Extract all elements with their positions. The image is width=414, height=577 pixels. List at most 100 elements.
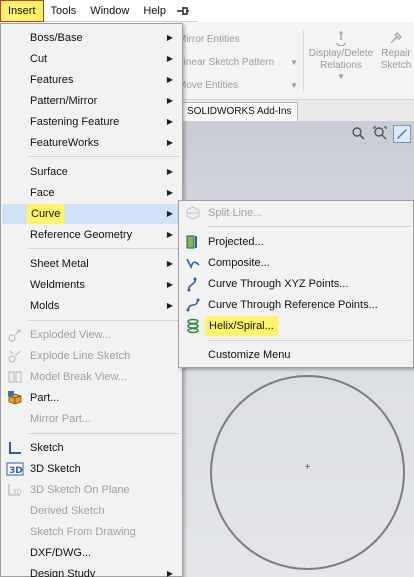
menu-help[interactable]: Help (136, 0, 173, 22)
display-delete-relations-button[interactable]: Display/Delete Relations ▼ (306, 30, 376, 81)
menu-item-model-break-view[interactable]: Model Break View... (2, 367, 181, 387)
menu-item-curve-through-reference-points[interactable]: Curve Through Reference Points... (180, 295, 412, 315)
menu-separator (29, 433, 179, 434)
sketch-tool-icon[interactable] (393, 125, 411, 143)
menu-separator (207, 226, 411, 227)
repair-sketch-button[interactable]: Repair Sketch (378, 30, 414, 72)
menu-item-customize-menu[interactable]: Customize Menu (180, 345, 412, 365)
chevron-right-icon: ▶ (166, 75, 173, 84)
menu-item-label: Reference Geometry (30, 229, 133, 241)
search-icon[interactable] (350, 126, 366, 142)
zoom-area-icon[interactable] (372, 126, 388, 142)
chevron-down-icon[interactable]: ▼ (290, 81, 298, 90)
split-line-icon (184, 205, 202, 221)
model-break-icon (6, 369, 24, 385)
chevron-right-icon: ▶ (166, 259, 173, 268)
3d-sketch-plane-icon: 3D (6, 482, 24, 498)
menu-item-label: Explode Line Sketch (30, 350, 131, 362)
insert-menu: Boss/Base ▶ Cut ▶ Features ▶ Pattern/Mir… (0, 23, 183, 577)
menu-item-composite[interactable]: Composite... (180, 253, 412, 273)
menu-item-label: Curve Through XYZ Points... (208, 278, 349, 290)
chevron-down-icon[interactable]: ▼ (306, 72, 376, 81)
menu-item-featureworks[interactable]: FeatureWorks ▶ (2, 133, 181, 153)
3d-sketch-icon: 3D (6, 461, 24, 477)
menu-item-surface[interactable]: Surface ▶ (2, 162, 181, 182)
menu-item-split-line[interactable]: Split Line... (180, 203, 412, 223)
menu-item-curve-through-xyz-points[interactable]: Curve Through XYZ Points... (180, 274, 412, 294)
menu-item-label: Surface (30, 166, 68, 178)
menu-item-label: Part... (30, 392, 60, 404)
menu-item-projected[interactable]: Projected... (180, 232, 412, 252)
menu-item-label: Sketch (30, 442, 64, 454)
relations-icon (306, 30, 376, 48)
menu-item-dxf-dwg[interactable]: DXF/DWG... (2, 543, 181, 563)
menu-item-label: DXF/DWG... (30, 547, 92, 559)
menu-insert[interactable]: Insert (0, 0, 44, 22)
menu-item-label: Model Break View... (30, 371, 128, 383)
menu-item-reference-geometry[interactable]: Reference Geometry ▶ (2, 225, 181, 245)
menu-separator (29, 156, 179, 157)
menu-item-design-study[interactable]: Design Study ▶ (2, 564, 181, 577)
menu-item-label: Fastening Feature (30, 116, 120, 128)
menu-item-exploded-view[interactable]: Exploded View... (2, 325, 181, 345)
menu-item-face[interactable]: Face ▶ (2, 183, 181, 203)
menu-item-mirror-part[interactable]: Mirror Part... (2, 409, 181, 429)
chevron-right-icon: ▶ (166, 138, 173, 147)
menu-item-cut[interactable]: Cut ▶ (2, 49, 181, 69)
menu-item-curve[interactable]: Curve ▶ (2, 204, 181, 224)
menu-item-molds[interactable]: Molds ▶ (2, 296, 181, 316)
menu-item-label: Face (30, 187, 55, 199)
menu-item-label: Boss/Base (30, 32, 83, 44)
move-entities-button[interactable]: Move Entities (178, 80, 238, 91)
menu-item-label: Exploded View... (30, 329, 112, 341)
menu-item-3d-sketch-on-plane[interactable]: 3D 3D Sketch On Plane (2, 480, 181, 500)
projected-curve-icon (184, 234, 202, 250)
menu-window[interactable]: Window (83, 0, 136, 22)
menu-item-sketch[interactable]: Sketch (2, 438, 181, 458)
part-icon (6, 390, 24, 406)
menu-item-label: Curve (27, 204, 65, 224)
menu-item-sketch-from-drawing[interactable]: Sketch From Drawing (2, 522, 181, 542)
linear-sketch-pattern-button[interactable]: Linear Sketch Pattern (178, 57, 274, 68)
menu-item-label: Mirror Part... (30, 413, 92, 425)
chevron-right-icon: ▶ (166, 188, 173, 197)
tab-solidworks-addins[interactable]: SOLIDWORKS Add-Ins (180, 102, 299, 121)
command-tab-bar: SOLIDWORKS Add-Ins (170, 100, 414, 122)
menu-item-label: Molds (30, 300, 60, 312)
display-delete-label-1: Display/Delete (308, 48, 374, 59)
menu-item-part[interactable]: Part... (2, 388, 181, 408)
menu-item-explode-line-sketch[interactable]: Explode Line Sketch (2, 346, 181, 366)
menu-item-label: Split Line... (208, 207, 263, 219)
menu-item-pattern-mirror[interactable]: Pattern/Mirror ▶ (2, 91, 181, 111)
reference-points-curve-icon (184, 297, 202, 313)
menu-item-label: Cut (30, 53, 48, 65)
chevron-right-icon: ▶ (166, 167, 173, 176)
menu-item-label: Sketch From Drawing (30, 526, 136, 538)
pin-icon[interactable] (173, 0, 193, 22)
menu-item-sheet-metal[interactable]: Sheet Metal ▶ (2, 254, 181, 274)
xyz-curve-icon (184, 276, 202, 292)
chevron-right-icon: ▶ (166, 301, 173, 310)
command-manager-ribbon: Mirror Entities Linear Sketch Pattern ▼ … (170, 22, 414, 100)
menu-item-label: Derived Sketch (30, 505, 105, 517)
repair-sketch-icon (378, 30, 414, 48)
menu-item-derived-sketch[interactable]: Derived Sketch (2, 501, 181, 521)
menu-item-label: Weldments (30, 279, 85, 291)
menu-item-features[interactable]: Features ▶ (2, 70, 181, 90)
menu-tools[interactable]: Tools (44, 0, 84, 22)
menu-item-label: FeatureWorks (30, 137, 99, 149)
menu-item-label: Customize Menu (208, 349, 291, 361)
exploded-view-icon (6, 327, 24, 343)
menu-item-helix-spiral[interactable]: Helix/Spiral... (180, 316, 412, 336)
mirror-entities-button[interactable]: Mirror Entities (178, 34, 240, 45)
menu-item-3d-sketch[interactable]: 3D 3D Sketch (2, 459, 181, 479)
chevron-down-icon[interactable]: ▼ (290, 58, 298, 67)
menu-item-label: Design Study (30, 568, 96, 577)
menu-item-fastening-feature[interactable]: Fastening Feature ▶ (2, 112, 181, 132)
menu-item-boss-base[interactable]: Boss/Base ▶ (2, 28, 181, 48)
menu-item-label: 3D Sketch On Plane (30, 484, 130, 496)
circle-center-point[interactable]: + (303, 463, 312, 473)
chevron-right-icon: ▶ (166, 96, 173, 105)
menu-item-weldments[interactable]: Weldments ▶ (2, 275, 181, 295)
curve-submenu: Split Line... Projected... Composite... … (178, 200, 414, 368)
